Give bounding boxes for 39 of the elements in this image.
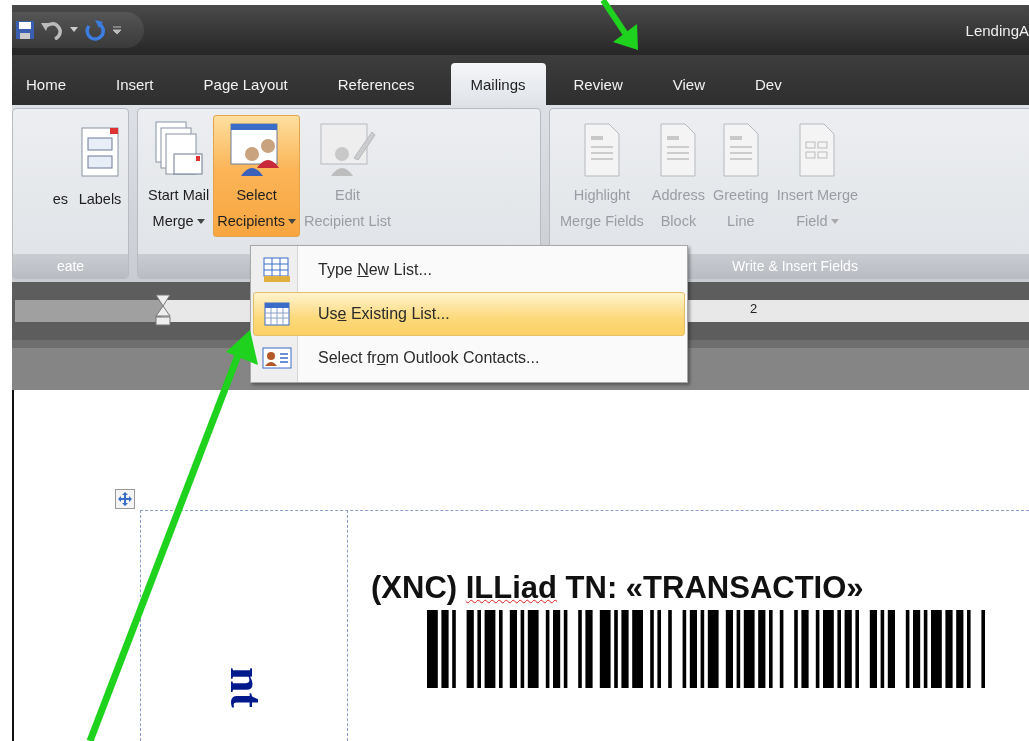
ribbon-tab[interactable]: Review	[559, 63, 637, 105]
ribbon-button[interactable]: Select Recipients	[213, 115, 300, 237]
caret-icon	[287, 218, 296, 224]
ribbon-tab[interactable]: Home	[12, 63, 80, 105]
menu-item[interactable]: Select from Outlook Contacts...	[253, 336, 685, 380]
document-icon	[659, 122, 698, 178]
save-icon[interactable]	[16, 20, 34, 40]
menu-item[interactable]: Use Existing List...	[253, 292, 685, 336]
redo-icon[interactable]	[84, 19, 106, 41]
ribbon-tab[interactable]: View	[658, 63, 719, 105]
undo-icon[interactable]	[40, 20, 64, 40]
table-move-handle[interactable]	[115, 489, 135, 509]
document-icon	[721, 122, 760, 178]
label-heading: (XNC) ILLiad TN: «TRANSACTIO»	[371, 570, 864, 606]
grid-icon	[264, 302, 290, 326]
ribbon-button[interactable]: Labels	[72, 115, 128, 237]
ribbon-tab[interactable]: Page Layout	[189, 63, 302, 105]
table-ruler-icon	[262, 256, 292, 284]
document-icon	[798, 122, 837, 178]
ribbon-tab[interactable]: Mailings	[450, 63, 546, 105]
move-icon	[118, 492, 132, 506]
dropdown-arrow-icon[interactable]	[70, 27, 78, 33]
contact-card-icon	[262, 347, 292, 369]
document-icon	[582, 122, 621, 178]
caret-icon	[830, 218, 839, 224]
ribbon-tab[interactable]: References	[323, 63, 429, 105]
pointer-arrow	[600, 0, 638, 50]
vertical-text: nt	[223, 667, 269, 708]
ruler-number: 2	[750, 301, 758, 316]
caret-icon	[196, 218, 205, 224]
menu-item[interactable]: Type New List...	[253, 248, 685, 292]
ribbon-tab[interactable]: Insert	[102, 63, 168, 105]
ribbon-button[interactable]: es	[48, 115, 72, 237]
indent-marker-icon[interactable]	[155, 294, 171, 326]
ribbon-tab[interactable]: Dev	[740, 63, 796, 105]
ribbon-button[interactable]: Start Mail Merge	[144, 115, 214, 237]
customize-icon[interactable]	[112, 25, 122, 35]
window-title: LendingA	[965, 21, 1029, 39]
group-label: eate	[13, 254, 128, 278]
